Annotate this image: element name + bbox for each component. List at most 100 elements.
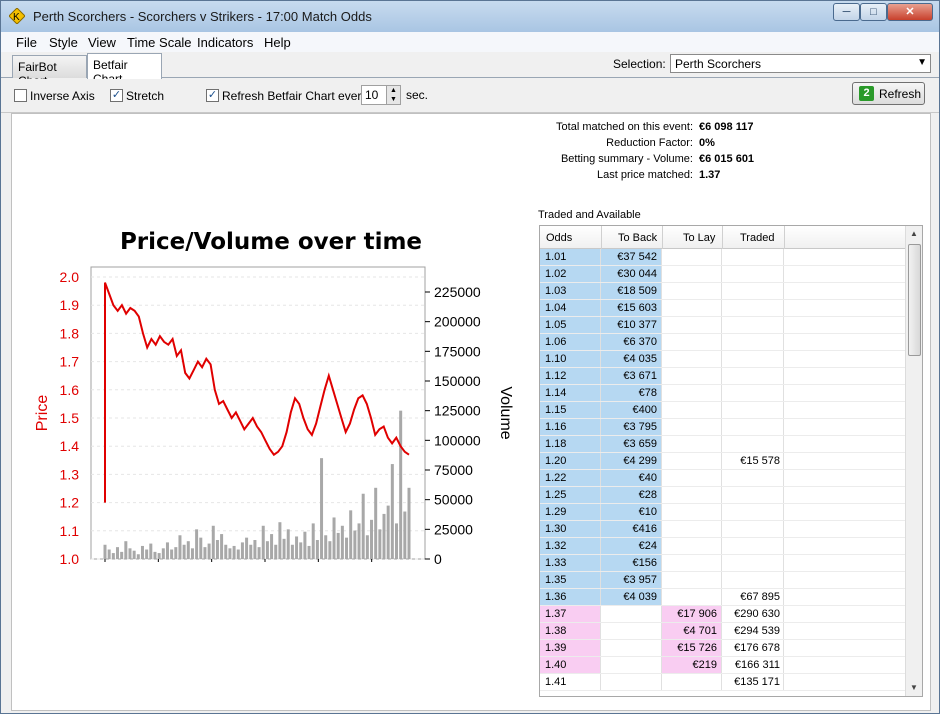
cell-back[interactable]: €78 [601, 385, 662, 401]
cell-back[interactable]: €4 035 [601, 351, 662, 367]
cell-lay[interactable] [662, 572, 722, 588]
menu-style[interactable]: Style [49, 35, 78, 50]
cell-back[interactable]: €416 [601, 521, 662, 537]
cell-lay[interactable]: €17 906 [662, 606, 722, 622]
maximize-button[interactable]: □ [860, 3, 887, 21]
cell-lay[interactable] [662, 385, 722, 401]
cell-lay[interactable]: €219 [662, 657, 722, 673]
cell-lay[interactable] [662, 249, 722, 265]
cell-lay[interactable] [662, 504, 722, 520]
cell-lay[interactable] [662, 402, 722, 418]
menu-indicators[interactable]: Indicators [197, 35, 253, 50]
cell-back[interactable] [601, 674, 662, 690]
ladder-row[interactable]: 1.15 €400 [540, 402, 906, 419]
ladder-row[interactable]: 1.03 €18 509 [540, 283, 906, 300]
refresh-every-checkbox[interactable]: ✓ [206, 89, 219, 102]
cell-back[interactable] [601, 640, 662, 656]
ladder-row[interactable]: 1.01 €37 542 [540, 249, 906, 266]
cell-back[interactable]: €4 299 [601, 453, 662, 469]
refresh-button[interactable]: 2 Refresh [852, 82, 925, 105]
cell-lay[interactable] [662, 317, 722, 333]
header-traded[interactable]: Traded [740, 232, 774, 244]
selection-dropdown[interactable]: Perth Scorchers ▼ [670, 54, 931, 73]
ladder-row[interactable]: 1.06 €6 370 [540, 334, 906, 351]
ladder-row[interactable]: 1.14 €78 [540, 385, 906, 402]
cell-back[interactable]: €6 370 [601, 334, 662, 350]
ladder-row[interactable]: 1.32 €24 [540, 538, 906, 555]
cell-lay[interactable] [662, 521, 722, 537]
cell-back[interactable]: €10 [601, 504, 662, 520]
ladder-row[interactable]: 1.10 €4 035 [540, 351, 906, 368]
ladder-row[interactable]: 1.38 €4 701 €294 539 [540, 623, 906, 640]
tab-betfair-chart[interactable]: Betfair Chart [87, 53, 162, 86]
minimize-button[interactable]: ─ [833, 3, 860, 21]
vertical-scrollbar[interactable]: ▲ ▼ [905, 226, 922, 696]
cell-lay[interactable] [662, 589, 722, 605]
spin-down-icon[interactable]: ▼ [386, 95, 400, 104]
header-to-back[interactable]: To Back [618, 232, 657, 244]
cell-lay[interactable] [662, 538, 722, 554]
header-odds[interactable]: Odds [546, 232, 572, 244]
cell-lay[interactable]: €15 726 [662, 640, 722, 656]
ladder-row[interactable]: 1.36 €4 039 €67 895 [540, 589, 906, 606]
ladder-row[interactable]: 1.29 €10 [540, 504, 906, 521]
ladder-row[interactable]: 1.40 €219 €166 311 [540, 657, 906, 674]
ladder-row[interactable]: 1.33 €156 [540, 555, 906, 572]
cell-lay[interactable] [662, 300, 722, 316]
menu-time-scale[interactable]: Time Scale [127, 35, 192, 50]
cell-lay[interactable] [662, 674, 722, 690]
cell-back[interactable] [601, 657, 662, 673]
scroll-up-icon[interactable]: ▲ [906, 226, 922, 242]
ladder-row[interactable]: 1.12 €3 671 [540, 368, 906, 385]
refresh-interval-stepper[interactable]: 10 ▲ ▼ [361, 85, 401, 105]
cell-back[interactable]: €3 671 [601, 368, 662, 384]
cell-back[interactable]: €4 039 [601, 589, 662, 605]
menu-view[interactable]: View [88, 35, 116, 50]
cell-lay[interactable] [662, 266, 722, 282]
ladder-row[interactable]: 1.04 €15 603 [540, 300, 906, 317]
cell-lay[interactable] [662, 283, 722, 299]
cell-back[interactable] [601, 606, 662, 622]
cell-lay[interactable] [662, 368, 722, 384]
spin-up-icon[interactable]: ▲ [386, 86, 400, 95]
cell-back[interactable]: €28 [601, 487, 662, 503]
ladder-row[interactable]: 1.41 €135 171 [540, 674, 906, 691]
ladder-row[interactable]: 1.22 €40 [540, 470, 906, 487]
ladder-row[interactable]: 1.18 €3 659 [540, 436, 906, 453]
tab-fairbot-chart[interactable]: FairBot Chart [12, 55, 87, 88]
close-button[interactable]: ✕ [887, 3, 933, 21]
ladder-row[interactable]: 1.39 €15 726 €176 678 [540, 640, 906, 657]
title-bar[interactable]: K Perth Scorchers - Scorchers v Strikers… [1, 1, 939, 32]
ladder-grid[interactable]: Odds To Back To Lay Traded 1.01 €37 542 1.… [539, 225, 923, 697]
ladder-row[interactable]: 1.30 €416 [540, 521, 906, 538]
ladder-row[interactable]: 1.35 €3 957 [540, 572, 906, 589]
ladder-row[interactable]: 1.20 €4 299 €15 578 [540, 453, 906, 470]
cell-lay[interactable] [662, 555, 722, 571]
cell-lay[interactable] [662, 419, 722, 435]
inverse-axis-checkbox[interactable] [14, 89, 27, 102]
cell-back[interactable]: €18 509 [601, 283, 662, 299]
cell-lay[interactable]: €4 701 [662, 623, 722, 639]
cell-back[interactable]: €400 [601, 402, 662, 418]
cell-lay[interactable] [662, 487, 722, 503]
cell-lay[interactable] [662, 453, 722, 469]
cell-back[interactable]: €10 377 [601, 317, 662, 333]
cell-back[interactable]: €3 659 [601, 436, 662, 452]
stretch-checkbox[interactable]: ✓ [110, 89, 123, 102]
ladder-row[interactable]: 1.02 €30 044 [540, 266, 906, 283]
cell-lay[interactable] [662, 470, 722, 486]
menu-help[interactable]: Help [264, 35, 291, 50]
ladder-row[interactable]: 1.05 €10 377 [540, 317, 906, 334]
cell-back[interactable]: €15 603 [601, 300, 662, 316]
cell-back[interactable]: €30 044 [601, 266, 662, 282]
ladder-row[interactable]: 1.16 €3 795 [540, 419, 906, 436]
ladder-row[interactable]: 1.25 €28 [540, 487, 906, 504]
cell-back[interactable]: €3 957 [601, 572, 662, 588]
cell-lay[interactable] [662, 436, 722, 452]
cell-back[interactable] [601, 623, 662, 639]
menu-file[interactable]: File [16, 35, 37, 50]
cell-back[interactable]: €40 [601, 470, 662, 486]
scroll-down-icon[interactable]: ▼ [906, 680, 922, 696]
cell-back[interactable]: €156 [601, 555, 662, 571]
scroll-thumb[interactable] [908, 244, 921, 356]
